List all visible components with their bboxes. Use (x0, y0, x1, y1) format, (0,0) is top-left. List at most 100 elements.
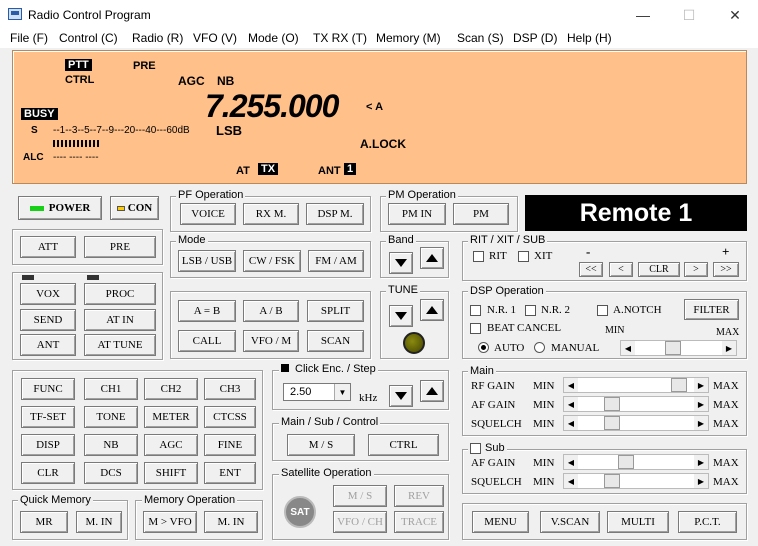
menu-button[interactable]: MENU (472, 511, 529, 533)
menu-mode[interactable]: Mode (O) (248, 31, 299, 45)
meter-button[interactable]: METER (144, 406, 198, 428)
af-gain-slider[interactable]: ◀ ▶ (563, 396, 709, 412)
menu-scan[interactable]: Scan (S) (457, 31, 504, 45)
band-down-button[interactable] (389, 252, 413, 274)
sub-checkbox[interactable] (470, 442, 481, 454)
at-tune-button[interactable]: AT TUNE (84, 334, 156, 356)
func-button[interactable]: FUNC (21, 378, 75, 400)
close-button[interactable]: ✕ (712, 0, 758, 30)
voice-button[interactable]: VOICE (180, 203, 236, 225)
a-b-button[interactable]: A / B (243, 300, 299, 322)
sat-vfo-ch-button[interactable]: VFO / CH (333, 511, 387, 533)
menu-radio[interactable]: Radio (R) (132, 31, 183, 45)
sub-af-gain-slider[interactable]: ◀ ▶ (563, 454, 709, 470)
call-button[interactable]: CALL (178, 330, 236, 352)
m-vfo-button[interactable]: M > VFO (143, 511, 197, 533)
scan-button[interactable]: SCAN (307, 330, 364, 352)
auto-radio[interactable] (478, 342, 489, 353)
rit-checkbox[interactable] (473, 251, 484, 262)
con-button[interactable]: CON (110, 196, 159, 220)
pm-in-button[interactable]: PM IN (388, 203, 446, 225)
menu-file[interactable]: File (F) (10, 31, 48, 45)
squelch-thumb[interactable] (604, 416, 620, 430)
vfo-m-button[interactable]: VFO / M (243, 330, 299, 352)
menu-help[interactable]: Help (H) (567, 31, 612, 45)
dcs-button[interactable]: DCS (84, 462, 138, 484)
minimize-button[interactable]: — (620, 0, 666, 30)
at-in-button[interactable]: AT IN (84, 309, 156, 331)
beat-cancel-checkbox[interactable] (470, 323, 481, 334)
squelch-slider[interactable]: ◀ ▶ (563, 415, 709, 431)
tone-button[interactable]: TONE (84, 406, 138, 428)
send-button[interactable]: SEND (20, 309, 76, 331)
a-equals-b-button[interactable]: A = B (178, 300, 236, 322)
main-sub-button[interactable]: M / S (287, 434, 355, 456)
step-up-button[interactable] (420, 380, 444, 402)
quick-m-in-button[interactable]: M. IN (76, 511, 122, 533)
maximize-button[interactable]: ☐ (666, 0, 712, 30)
mr-button[interactable]: MR (20, 511, 68, 533)
fine-button[interactable]: FINE (204, 434, 256, 456)
sat-ms-button[interactable]: M / S (333, 485, 387, 507)
menu-memory[interactable]: Memory (M) (376, 31, 441, 45)
tune-knob[interactable] (403, 332, 425, 354)
band-up-button[interactable] (420, 247, 444, 269)
proc-button[interactable]: PROC (84, 283, 156, 305)
rit-clear-button[interactable]: CLR (638, 262, 680, 277)
rit-up-button[interactable]: > (684, 262, 708, 277)
rit-fast-down-button[interactable]: << (579, 262, 603, 277)
control-button[interactable]: CTRL (368, 434, 439, 456)
slider-thumb[interactable] (665, 341, 681, 355)
rx-m-button[interactable]: RX M. (243, 203, 299, 225)
menu-vfo[interactable]: VFO (V) (193, 31, 237, 45)
ent-button[interactable]: ENT (204, 462, 256, 484)
vox-button[interactable]: VOX (20, 283, 76, 305)
manual-radio[interactable] (534, 342, 545, 353)
memory-m-in-button[interactable]: M. IN (204, 511, 258, 533)
ant-button[interactable]: ANT (20, 334, 76, 356)
step-select[interactable]: 2.50 ▼ (283, 383, 351, 401)
multi-button[interactable]: MULTI (607, 511, 669, 533)
split-button[interactable]: SPLIT (307, 300, 364, 322)
agc-button[interactable]: AGC (144, 434, 198, 456)
vscan-button[interactable]: V.SCAN (540, 511, 600, 533)
nr2-checkbox[interactable] (525, 305, 536, 316)
ch1-button[interactable]: CH1 (84, 378, 138, 400)
nb-button[interactable]: NB (84, 434, 138, 456)
rit-fast-up-button[interactable]: >> (713, 262, 739, 277)
fm-am-button[interactable]: FM / AM (308, 250, 364, 272)
rit-down-button[interactable]: < (609, 262, 633, 277)
menu-control[interactable]: Control (C) (59, 31, 118, 45)
cw-fsk-button[interactable]: CW / FSK (243, 250, 301, 272)
sat-rev-button[interactable]: REV (394, 485, 444, 507)
rf-gain-slider[interactable]: ◀ ▶ (563, 377, 709, 393)
shift-button[interactable]: SHIFT (144, 462, 198, 484)
xit-checkbox[interactable] (518, 251, 529, 262)
clr-button[interactable]: CLR (21, 462, 75, 484)
pre-button[interactable]: PRE (84, 236, 156, 258)
dsp-slider[interactable]: ◀ ▶ (620, 340, 737, 356)
ch3-button[interactable]: CH3 (204, 378, 256, 400)
menu-txrx[interactable]: TX RX (T) (313, 31, 367, 45)
pct-button[interactable]: P.C.T. (678, 511, 737, 533)
lsb-usb-button[interactable]: LSB / USB (178, 250, 236, 272)
ch2-button[interactable]: CH2 (144, 378, 198, 400)
nr1-checkbox[interactable] (470, 305, 481, 316)
disp-button[interactable]: DISP (21, 434, 75, 456)
dsp-m-button[interactable]: DSP M. (306, 203, 364, 225)
anotch-checkbox[interactable] (597, 305, 608, 316)
power-button[interactable]: POWER (18, 196, 102, 220)
ctcss-button[interactable]: CTCSS (204, 406, 256, 428)
tf-set-button[interactable]: TF-SET (21, 406, 75, 428)
sub-squelch-thumb[interactable] (604, 474, 620, 488)
menu-dsp[interactable]: DSP (D) (513, 31, 557, 45)
filter-button[interactable]: FILTER (684, 299, 739, 320)
step-down-button[interactable] (389, 385, 413, 407)
rf-gain-thumb[interactable] (671, 378, 687, 392)
att-button[interactable]: ATT (20, 236, 76, 258)
sub-af-gain-thumb[interactable] (618, 455, 634, 469)
tune-up-button[interactable] (420, 299, 444, 321)
sub-squelch-slider[interactable]: ◀ ▶ (563, 473, 709, 489)
af-gain-thumb[interactable] (604, 397, 620, 411)
tune-down-button[interactable] (389, 305, 413, 327)
